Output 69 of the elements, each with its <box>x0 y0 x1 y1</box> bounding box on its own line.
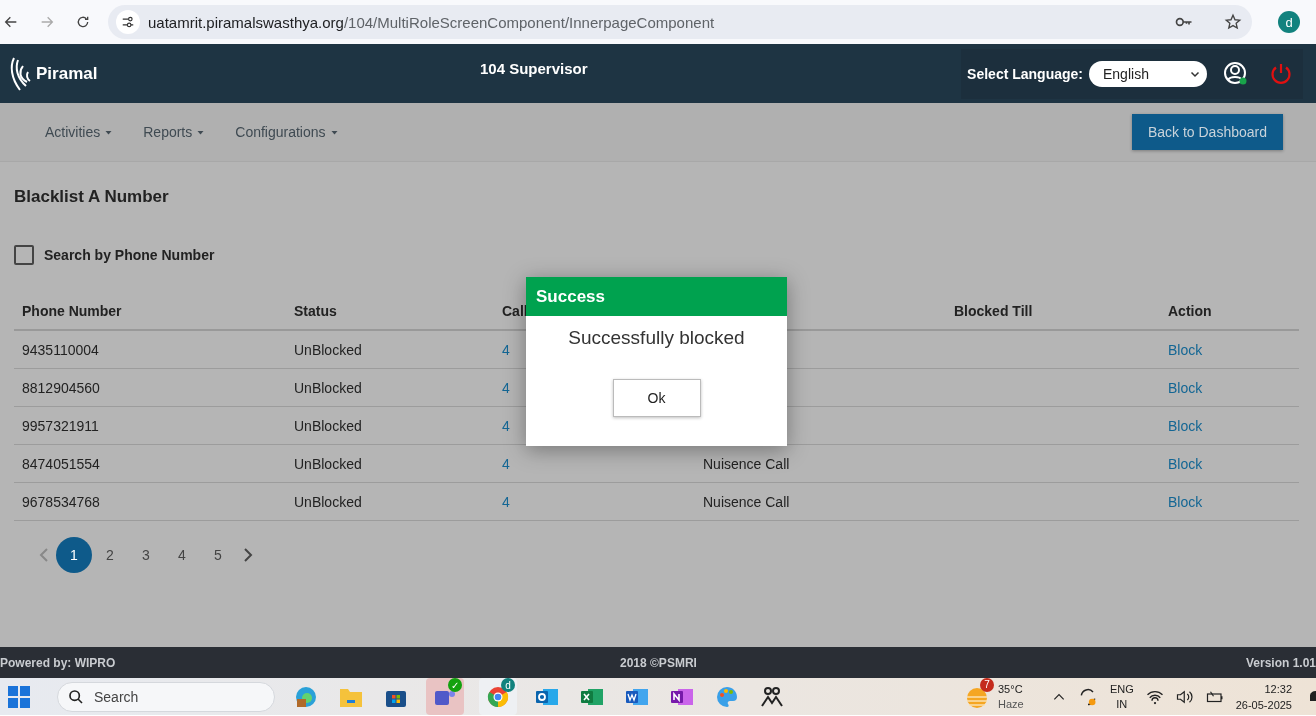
search-icon <box>68 688 84 705</box>
star-icon <box>1224 13 1242 31</box>
table-cell-text: 9435110004 <box>22 341 100 358</box>
taskbar-search-field[interactable]: Search <box>57 681 275 712</box>
block-link[interactable]: Block <box>1168 341 1203 358</box>
clock-date[interactable]: 26-05-2025 <box>1235 696 1292 713</box>
page-number[interactable]: 4 <box>164 537 200 573</box>
dialog-title: Success <box>526 277 787 316</box>
speaker-icon[interactable] <box>1175 688 1194 705</box>
taskbar-button[interactable]: d <box>479 678 517 715</box>
search-checkbox[interactable] <box>14 245 34 265</box>
footer-version: Version 1.01 <box>1245 655 1316 670</box>
nav-menu[interactable]: Activities <box>45 124 114 140</box>
block-link[interactable]: Block <box>1168 493 1203 510</box>
table-cell-text: 9957321911 <box>22 417 100 434</box>
call-count-link[interactable]: 4 <box>502 493 510 510</box>
leaf-logo-icon <box>8 55 32 92</box>
block-link[interactable]: Block <box>1168 417 1203 434</box>
block-link[interactable]: Block <box>1168 455 1203 472</box>
profile-avatar[interactable]: d <box>1278 11 1300 33</box>
checkbox-label: Search by Phone Number <box>44 247 215 263</box>
input-language[interactable]: ENG <box>1109 681 1134 697</box>
clock-time[interactable]: 12:32 <box>1264 680 1292 697</box>
user-icon[interactable] <box>1223 60 1249 87</box>
nav-menu[interactable]: Reports <box>143 124 206 140</box>
table-cell-text: UnBlocked <box>294 341 363 358</box>
check-badge: ✓ <box>448 678 462 692</box>
table-cell-text: UnBlocked <box>294 379 363 396</box>
temperature-text: 35°C <box>998 681 1024 697</box>
dialog-message: Successfully blocked <box>567 327 746 349</box>
table-cell-text: Nuisence Call <box>703 455 791 472</box>
weather-condition: Haze <box>998 696 1024 712</box>
table-cell-text: 8812904560 <box>22 379 101 396</box>
app-title: 104 Supervisor <box>480 60 588 77</box>
page-title: Blacklist A Number <box>14 186 170 207</box>
logo-text: Piramal <box>36 63 98 84</box>
language-select[interactable]: English <box>1089 60 1207 87</box>
page-number[interactable]: 2 <box>92 537 128 573</box>
table-cell-text: 9678534768 <box>22 493 101 510</box>
column-header: Phone Number <box>22 303 123 319</box>
call-count-link[interactable]: 4 <box>502 417 510 434</box>
page-number[interactable]: 3 <box>128 537 164 573</box>
address-bar[interactable]: uatamrit.piramalswasthya.org/104/MultiRoleScreenComponent/InnerpageComponent <box>108 5 1252 39</box>
call-count-link[interactable]: 4 <box>502 455 510 472</box>
call-count-link[interactable]: 4 <box>502 379 510 396</box>
page-number[interactable]: 5 <box>200 537 236 573</box>
power-icon[interactable] <box>1269 61 1293 86</box>
ok-button[interactable]: Ok <box>612 379 701 417</box>
call-count-link[interactable]: 4 <box>502 341 510 358</box>
block-link[interactable]: Block <box>1168 379 1203 396</box>
table-cell-text: 8474051554 <box>22 455 101 472</box>
page-number[interactable]: 1 <box>56 537 92 573</box>
input-region[interactable]: IN <box>1116 696 1128 712</box>
column-header: Status <box>294 303 338 319</box>
language-label: Select Language: <box>967 65 1083 82</box>
site-settings-icon[interactable] <box>116 10 140 34</box>
table-cell-text: UnBlocked <box>294 417 363 434</box>
column-header: Blocked Till <box>954 303 1034 319</box>
table-cell-text: UnBlocked <box>294 493 363 510</box>
table-cell-text: UnBlocked <box>294 455 363 472</box>
back-to-dashboard-button[interactable]: Back to Dashboard <box>1131 114 1283 150</box>
table-cell-text: Nuisence Call <box>703 493 791 510</box>
footer-copyright: 2018 ©PSMRI <box>620 655 697 670</box>
wifi-icon[interactable] <box>1145 688 1164 705</box>
footer-credit: Powered by: WIPRO <box>0 655 116 670</box>
taskbar-button[interactable]: ✓ <box>426 678 464 715</box>
column-header: Action <box>1168 303 1213 319</box>
profile-badge: d <box>501 678 515 692</box>
nav-menu[interactable]: Configurations <box>235 124 339 140</box>
